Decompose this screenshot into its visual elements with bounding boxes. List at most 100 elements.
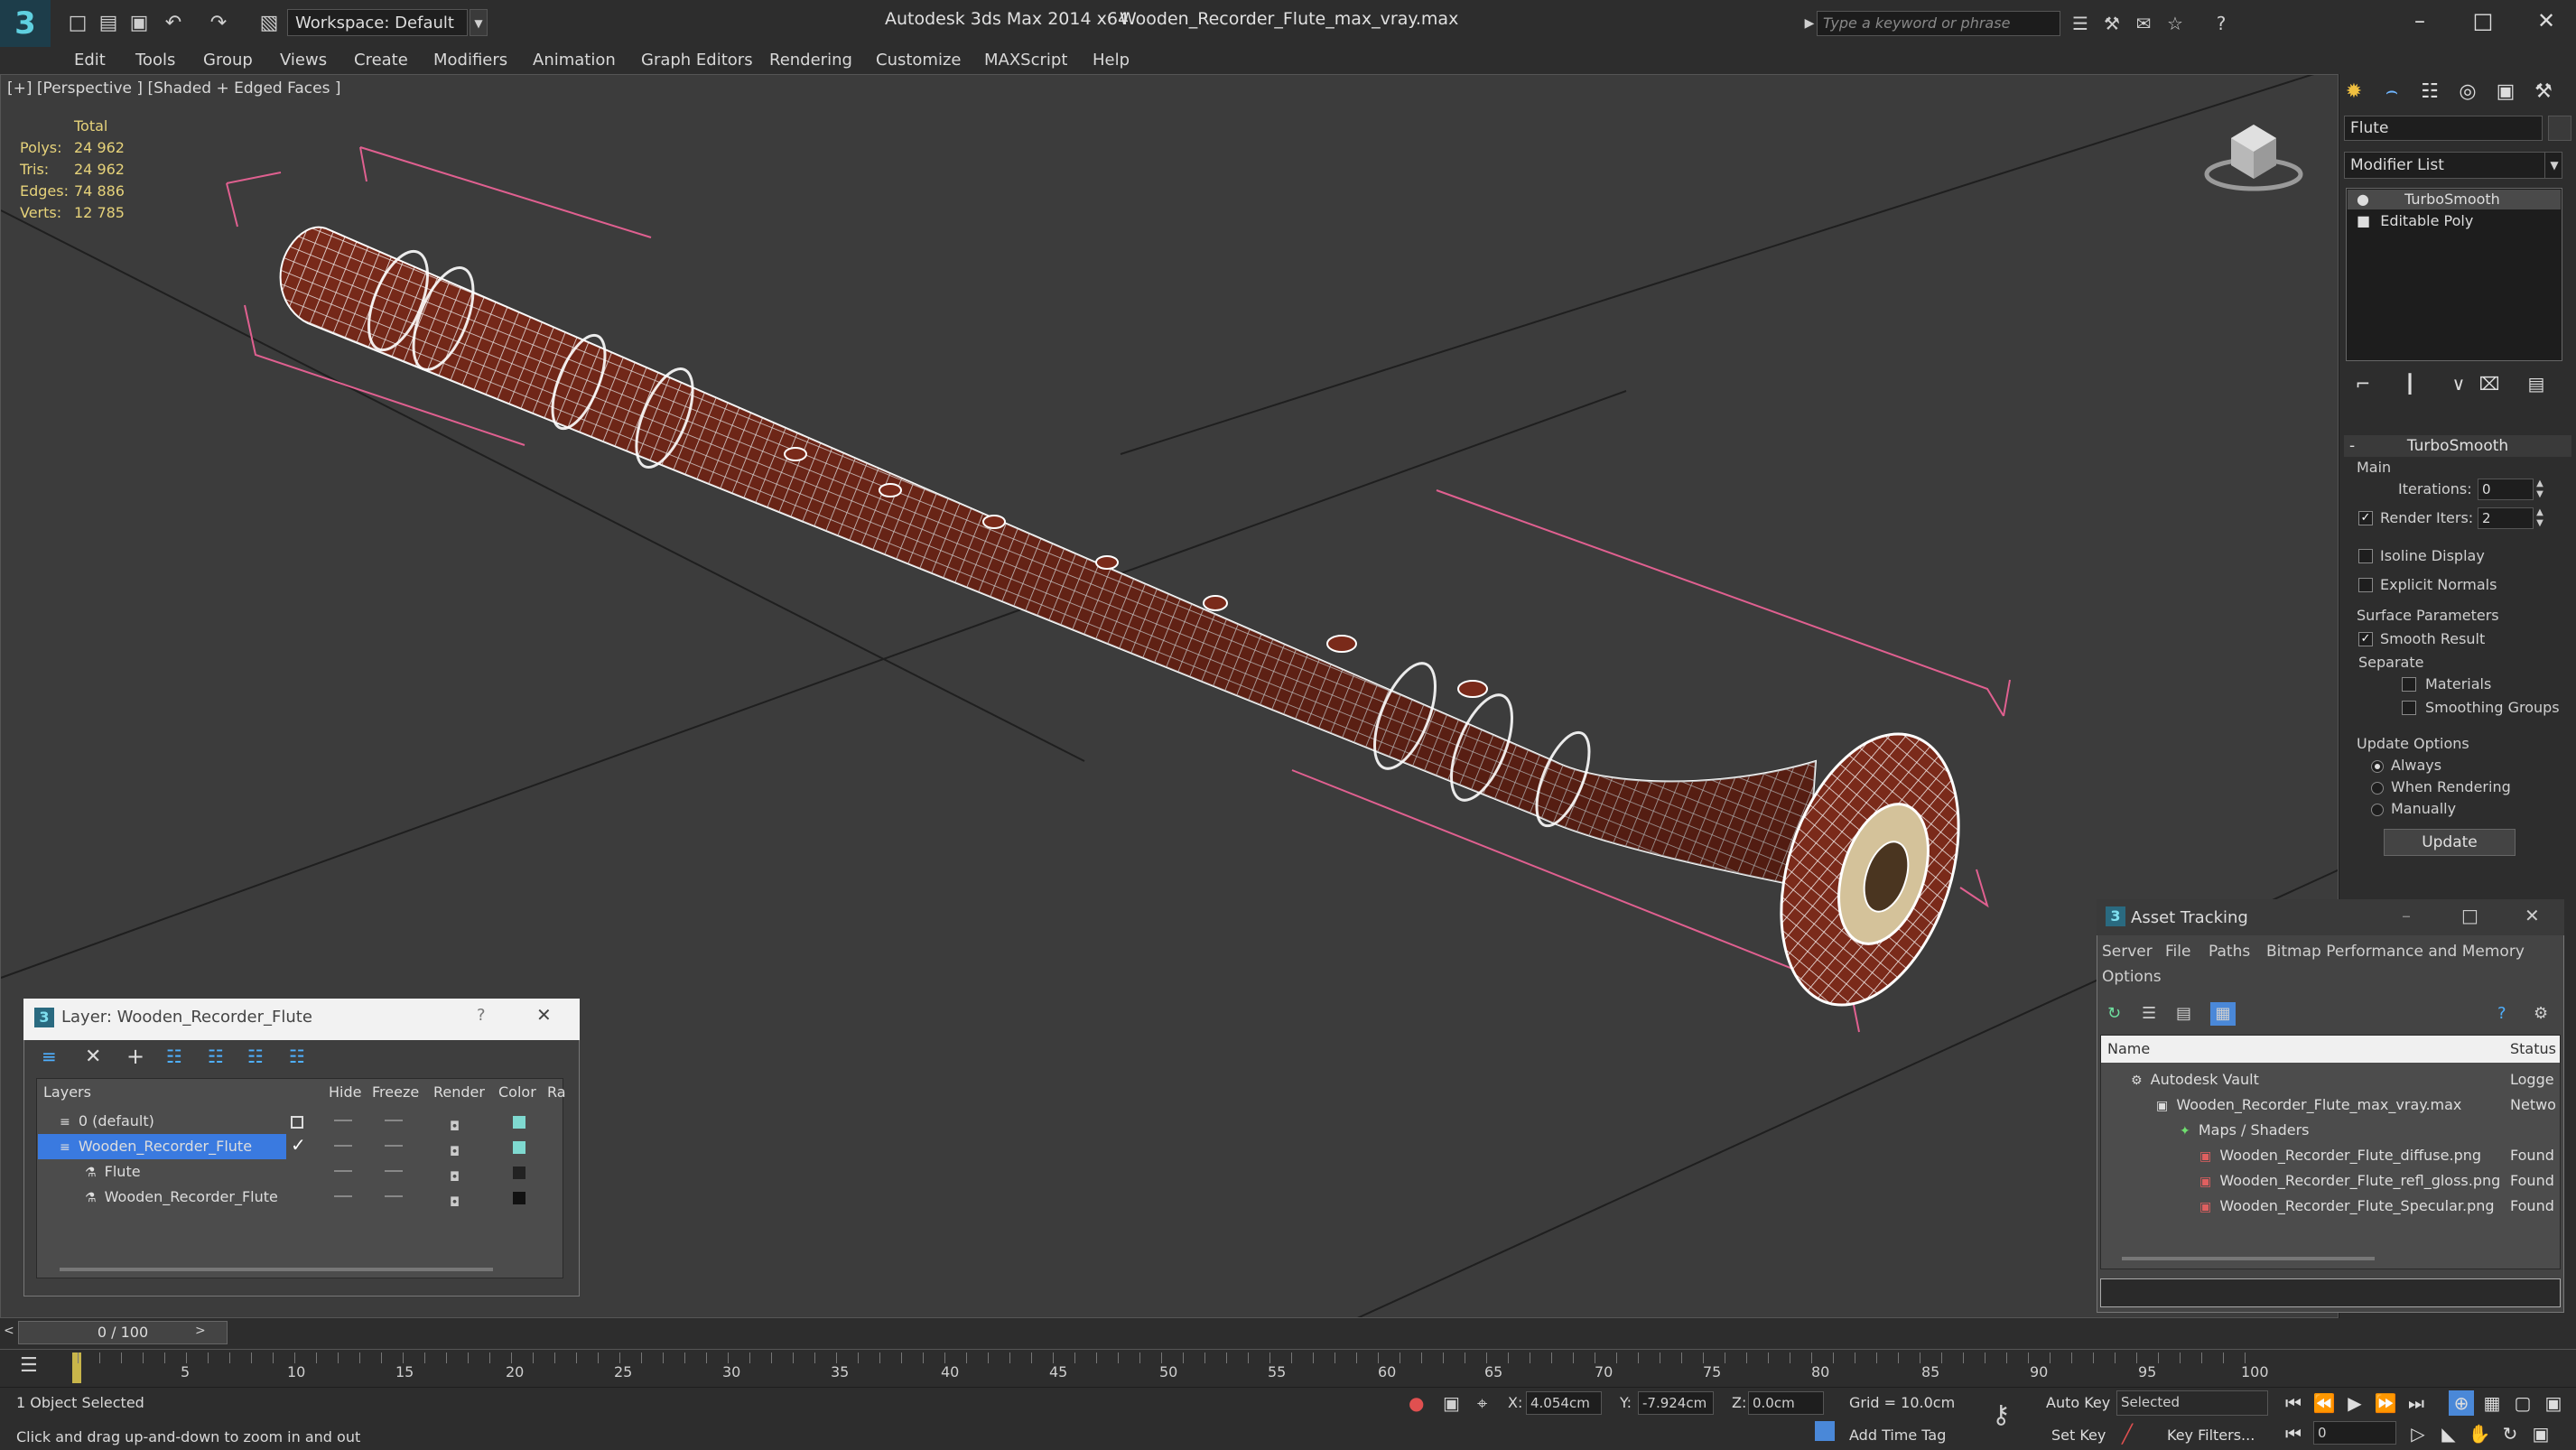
- add-to-layer-icon[interactable]: +: [126, 1044, 144, 1069]
- menu-animation[interactable]: Animation: [533, 47, 616, 74]
- highlight-layer-icon[interactable]: ☷: [208, 1046, 224, 1067]
- asset-hscrollbar[interactable]: [2122, 1257, 2375, 1260]
- favorites-star-icon[interactable]: ☆: [2162, 11, 2188, 36]
- create-tab-icon[interactable]: ✹: [2339, 78, 2369, 107]
- flute-model[interactable]: [279, 226, 1991, 1028]
- undo-icon[interactable]: ↶: [161, 11, 186, 36]
- next-frame-icon[interactable]: >: [195, 1324, 206, 1338]
- asset-menu-file[interactable]: File: [2165, 943, 2190, 961]
- viewport-label[interactable]: [+] [Perspective ] [Shaded + Edged Faces…: [7, 79, 340, 98]
- col-status[interactable]: Status: [2510, 1040, 2556, 1057]
- key-icon[interactable]: ⚷: [1992, 1399, 2011, 1429]
- open-file-icon[interactable]: ▤: [96, 11, 121, 36]
- zoom-extents-icon[interactable]: ▢: [2510, 1390, 2535, 1416]
- prev-frame-icon[interactable]: <: [4, 1324, 14, 1338]
- viewcube-icon[interactable]: [2204, 125, 2303, 191]
- list-view-icon[interactable]: ☰: [2142, 1004, 2156, 1023]
- help-icon[interactable]: ?: [2497, 1004, 2506, 1023]
- stack-item-editable-poly[interactable]: ■ Editable Poly: [2348, 211, 2561, 231]
- next-key-icon[interactable]: ⏩: [2373, 1390, 2398, 1416]
- object-color-swatch[interactable]: [2548, 116, 2571, 141]
- stack-item-turbosmooth[interactable]: ● TurboSmooth: [2348, 190, 2561, 209]
- set-key-button[interactable]: Set Key: [2051, 1427, 2106, 1444]
- make-unique-icon[interactable]: ∨: [2447, 372, 2470, 395]
- menu-customize[interactable]: Customize: [876, 47, 961, 74]
- y-coord-field[interactable]: -7.924cm: [1638, 1391, 1714, 1415]
- key-filter-icon[interactable]: ╱: [2122, 1423, 2133, 1445]
- new-file-icon[interactable]: □: [65, 11, 90, 36]
- motion-tab-icon[interactable]: ◎: [2452, 78, 2483, 107]
- time-tag-icon[interactable]: [1815, 1421, 1835, 1441]
- asset-row[interactable]: ✦ Maps / Shaders: [2180, 1118, 2310, 1143]
- key-mode-dropdown[interactable]: Selected: [2116, 1390, 2268, 1416]
- project-folder-icon[interactable]: ▧: [256, 11, 282, 36]
- pin-stack-icon[interactable]: ⌐: [2351, 372, 2375, 395]
- col-radiosity[interactable]: Ra: [547, 1083, 566, 1101]
- app-logo-icon[interactable]: 3: [0, 0, 51, 47]
- freeze-toggle-icon[interactable]: [385, 1120, 403, 1121]
- chevron-down-icon[interactable]: ▼: [470, 9, 488, 36]
- asset-row[interactable]: ▣ Wooden_Recorder_Flute_max_vray.max: [2156, 1092, 2461, 1118]
- modify-tab-icon[interactable]: ⌢: [2376, 78, 2407, 107]
- remove-modifier-icon[interactable]: ⌧: [2478, 372, 2501, 395]
- asset-row[interactable]: ⚙ Autodesk Vault: [2131, 1067, 2259, 1092]
- menu-maxscript[interactable]: MAXScript: [984, 47, 1067, 74]
- asset-menu-bitmap[interactable]: Bitmap Performance and Memory: [2266, 943, 2525, 961]
- manually-radio[interactable]: [2371, 804, 2384, 816]
- menu-views[interactable]: Views: [280, 47, 327, 74]
- close-icon[interactable]: ✕: [2515, 0, 2576, 42]
- help-icon[interactable]: ?: [477, 1006, 486, 1025]
- smooth-result-checkbox[interactable]: ✓: [2358, 632, 2373, 646]
- add-time-tag[interactable]: Add Time Tag: [1849, 1427, 1946, 1444]
- render-iters-spinner[interactable]: 2: [2478, 507, 2534, 529]
- close-icon[interactable]: ✕: [2525, 905, 2540, 926]
- delete-layer-icon[interactable]: ✕: [85, 1046, 101, 1068]
- minimize-icon[interactable]: –: [2388, 0, 2451, 42]
- when-rendering-radio[interactable]: [2371, 782, 2384, 795]
- search-input[interactable]: Type a keyword or phrase: [1817, 11, 2060, 36]
- hide-all-icon[interactable]: ☷: [247, 1046, 264, 1067]
- modifier-list-dropdown[interactable]: Modifier List: [2344, 152, 2562, 179]
- save-icon[interactable]: ▣: [126, 11, 152, 36]
- pan-icon[interactable]: ✋: [2467, 1421, 2492, 1446]
- col-color[interactable]: Color: [498, 1083, 536, 1101]
- menu-graph-editors[interactable]: Graph Editors: [641, 47, 753, 74]
- field-of-view-icon[interactable]: ◣: [2436, 1421, 2461, 1446]
- collapse-icon[interactable]: -: [2349, 435, 2355, 457]
- isoline-display-checkbox[interactable]: [2358, 549, 2373, 563]
- maximize-icon[interactable]: □: [2451, 0, 2515, 42]
- maximize-icon[interactable]: □: [2461, 905, 2478, 926]
- menu-tools[interactable]: Tools: [135, 47, 175, 74]
- create-layer-icon[interactable]: ≡: [42, 1046, 57, 1067]
- asset-row[interactable]: ▣ Wooden_Recorder_Flute_refl_gloss.png: [2199, 1168, 2500, 1194]
- x-coord-field[interactable]: 4.054cm: [1526, 1391, 1602, 1415]
- lightbulb-icon[interactable]: ●: [2357, 191, 2369, 208]
- menu-help[interactable]: Help: [1093, 47, 1130, 74]
- current-frame-field[interactable]: 0: [2313, 1421, 2396, 1445]
- prev-key-icon[interactable]: ⏪: [2311, 1390, 2337, 1416]
- close-icon[interactable]: ✕: [536, 1004, 552, 1026]
- asset-path-field[interactable]: [2100, 1278, 2561, 1307]
- materials-checkbox[interactable]: [2402, 677, 2416, 692]
- spinner-arrows-icon[interactable]: ▲ ▼: [2534, 479, 2546, 500]
- z-coord-field[interactable]: 0.0cm: [1748, 1391, 1824, 1415]
- explicit-normals-checkbox[interactable]: [2358, 578, 2373, 592]
- table-view-icon[interactable]: ▤: [2176, 1004, 2191, 1023]
- hierarchy-tab-icon[interactable]: ☷: [2414, 78, 2445, 107]
- curve-editor-icon[interactable]: ☰: [20, 1354, 38, 1377]
- absolute-mode-icon[interactable]: ⌖: [1477, 1392, 1487, 1414]
- hide-toggle-icon[interactable]: [334, 1120, 352, 1121]
- time-config-icon[interactable]: ▷: [2405, 1421, 2431, 1446]
- asset-menu-paths[interactable]: Paths: [2209, 943, 2250, 961]
- asset-menu-server[interactable]: Server: [2102, 943, 2153, 961]
- auto-key-button[interactable]: Auto Key: [2046, 1394, 2110, 1411]
- redo-icon[interactable]: ↷: [206, 11, 231, 36]
- goto-end-icon[interactable]: ⏭: [2404, 1390, 2429, 1416]
- refresh-icon[interactable]: ↻: [2107, 1004, 2121, 1023]
- spinner-arrows-icon[interactable]: ▲ ▼: [2534, 507, 2546, 529]
- col-render[interactable]: Render: [433, 1083, 485, 1101]
- menu-create[interactable]: Create: [354, 47, 408, 74]
- col-layers[interactable]: Layers: [43, 1083, 91, 1101]
- render-toggle-icon[interactable]: ◘ ◘ ◘ ◘: [450, 1114, 460, 1215]
- zoom-all-icon[interactable]: ▦: [2479, 1390, 2505, 1416]
